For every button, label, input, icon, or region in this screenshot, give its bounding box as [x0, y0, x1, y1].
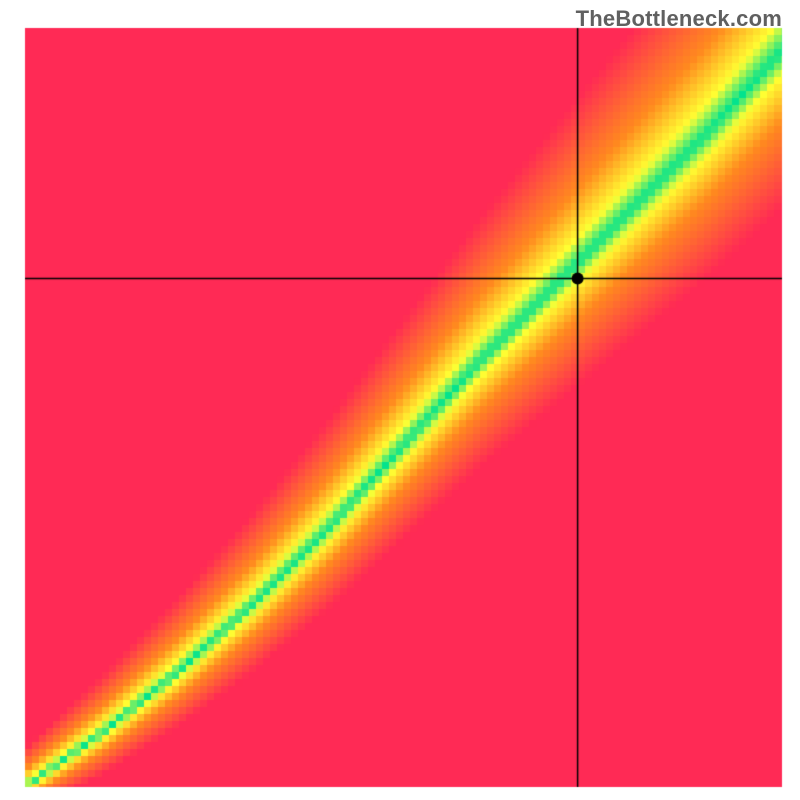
- bottleneck-heatmap: [0, 0, 800, 800]
- watermark-text: TheBottleneck.com: [576, 6, 782, 32]
- chart-container: TheBottleneck.com: [0, 0, 800, 800]
